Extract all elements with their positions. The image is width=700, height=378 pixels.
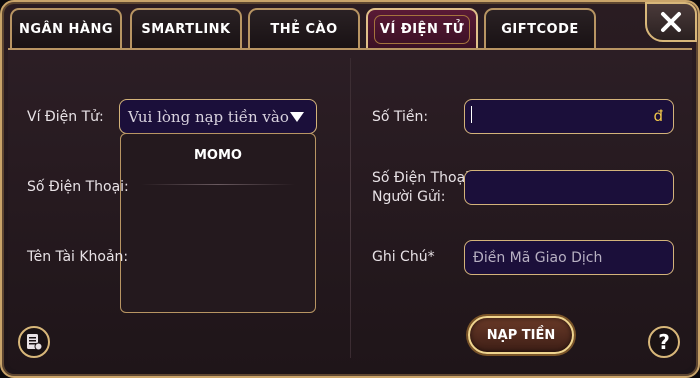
dropdown-separator bbox=[141, 184, 295, 185]
sender-phone-label-line1: Số Điện Thoại bbox=[372, 170, 470, 186]
deposit-submit-button[interactable]: NẠP TIỀN bbox=[468, 316, 574, 354]
amount-label: Số Tiền: bbox=[372, 109, 429, 125]
tab-the-cao[interactable]: THẺ CÀO bbox=[248, 8, 360, 48]
phone-label: Số Điện Thoại: bbox=[27, 179, 129, 195]
account-name-label: Tên Tài Khoản: bbox=[27, 249, 129, 265]
currency-symbol: đ bbox=[653, 107, 663, 125]
note-input[interactable]: Điền Mã Giao Dịch bbox=[464, 240, 674, 275]
wallet-select-value: Vui lòng nạp tiền vào bbox=[128, 107, 289, 126]
close-button[interactable] bbox=[645, 2, 697, 42]
sender-phone-input[interactable] bbox=[464, 170, 674, 205]
close-icon bbox=[661, 12, 681, 32]
tab-giftcode[interactable]: GIFTCODE bbox=[484, 8, 596, 48]
text-caret bbox=[471, 106, 472, 123]
tab-smartlink[interactable]: SMARTLINK bbox=[130, 8, 242, 48]
help-icon: ? bbox=[658, 330, 670, 354]
wallet-select[interactable]: Vui lòng nạp tiền vào bbox=[119, 99, 317, 134]
history-icon bbox=[27, 334, 43, 351]
history-button[interactable] bbox=[18, 326, 50, 358]
amount-input[interactable]: đ bbox=[464, 99, 674, 134]
chevron-down-icon bbox=[290, 112, 304, 122]
column-divider bbox=[350, 58, 351, 358]
note-placeholder: Điền Mã Giao Dịch bbox=[473, 249, 603, 266]
dropdown-option-momo[interactable]: MOMO bbox=[121, 148, 315, 163]
sender-phone-label-line2: Người Gửi: bbox=[372, 189, 446, 205]
wallet-dropdown-list: MOMO bbox=[120, 133, 316, 313]
tab-vi-dien-tu[interactable]: VÍ ĐIỆN TỬ bbox=[366, 8, 478, 48]
note-label: Ghi Chú* bbox=[372, 249, 435, 265]
wallet-label: Ví Điện Tử: bbox=[27, 109, 104, 125]
help-button[interactable]: ? bbox=[648, 326, 680, 358]
tab-ngan-hang[interactable]: NGÂN HÀNG bbox=[10, 8, 122, 48]
